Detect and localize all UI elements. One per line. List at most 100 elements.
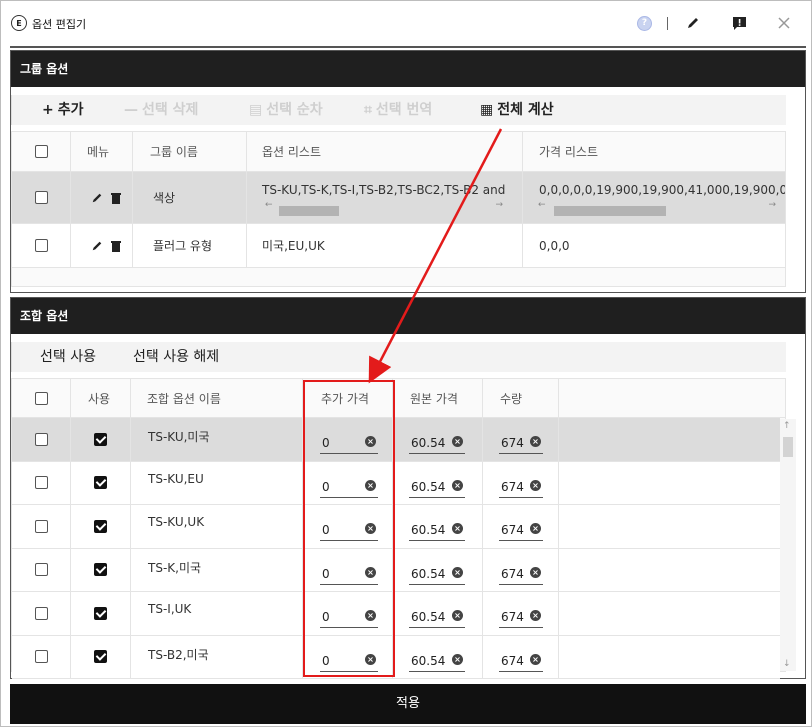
row-checkbox-cell[interactable] [12,592,70,635]
report-button[interactable] [729,13,749,33]
combination-vertical-scrollbar[interactable]: ↑ ↓ [780,419,796,671]
scroll-thumb[interactable] [279,206,339,216]
quantity-input[interactable]: 674 × [499,563,543,585]
row-checkbox-cell[interactable] [12,549,70,592]
sort-selected-button[interactable]: ▤ 선택 순차 [249,95,323,125]
scroll-down-icon[interactable]: ↓ [783,659,791,669]
trash-icon[interactable] [111,240,121,252]
option-list-scrollbar[interactable]: ← → [265,200,503,218]
table-row[interactable]: TS-I,UK 0 × 60.54 × 674 × [12,592,780,636]
calculate-all-button[interactable]: ▦ 전체 계산 [480,95,554,125]
pencil-icon[interactable] [91,240,103,252]
base-price-input[interactable]: 60.54 × [409,563,465,585]
table-row[interactable]: TS-K,미국 0 × 60.54 × 674 × [12,548,780,592]
use-checkbox-cell[interactable] [70,418,130,461]
select-all-checkbox-cell[interactable] [12,132,70,171]
use-checkbox[interactable] [94,432,107,446]
clear-icon[interactable]: × [365,523,376,534]
use-checkbox[interactable] [94,519,107,533]
select-all-checkbox-cell[interactable] [12,379,70,417]
use-checkbox[interactable] [94,606,107,620]
use-checkbox-cell[interactable] [70,592,130,635]
row-checkbox-cell[interactable] [12,224,70,267]
extra-price-input[interactable]: 0 × [320,432,378,454]
base-price-input[interactable]: 60.54 × [409,650,465,672]
clear-icon[interactable]: × [530,610,541,621]
edit-button[interactable] [683,13,703,33]
trash-icon[interactable] [111,192,121,204]
help-icon[interactable]: ? [637,16,652,31]
table-row[interactable]: 색상 TS-KU,TS-K,TS-I,TS-B2,TS-BC2,TS-B2 an… [12,172,785,224]
scroll-right-icon[interactable]: → [495,200,503,210]
scroll-thumb[interactable] [783,437,793,457]
extra-price-input[interactable]: 0 × [320,519,378,541]
quantity-input[interactable]: 674 × [499,432,543,454]
clear-icon[interactable]: × [530,566,541,578]
base-price-input[interactable]: 60.54 × [409,432,465,454]
pencil-icon[interactable] [91,192,103,204]
row-checkbox[interactable] [34,476,48,490]
scroll-left-icon[interactable]: ← [538,200,546,210]
clear-icon[interactable]: × [530,436,541,447]
quantity-input[interactable]: 674 × [499,519,543,541]
scroll-up-icon[interactable]: ↑ [783,421,791,431]
quantity-input[interactable]: 674 × [499,650,543,672]
clear-icon[interactable]: × [365,436,376,447]
row-checkbox[interactable] [34,239,48,252]
table-row[interactable]: TS-B2,미국 0 × 60.54 × 674 × [12,635,780,679]
row-checkbox-cell[interactable] [12,462,70,505]
clear-icon[interactable]: × [530,523,541,534]
clear-icon[interactable]: × [452,479,463,491]
base-price-input[interactable]: 60.54 × [409,476,465,498]
row-checkbox-cell[interactable] [12,505,70,548]
select-all-checkbox[interactable] [34,391,48,405]
use-checkbox-cell[interactable] [70,635,130,678]
clear-icon[interactable]: × [365,479,376,491]
row-checkbox[interactable] [34,563,48,577]
scroll-right-icon[interactable]: → [768,200,776,210]
clear-icon[interactable]: × [530,479,541,491]
clear-icon[interactable]: × [452,436,463,447]
table-row[interactable]: 플러그 유형 미국,EU,UK 0,0,0 [12,224,785,268]
clear-icon[interactable]: × [365,610,376,621]
extra-price-input[interactable]: 0 × [320,606,378,628]
price-list-scrollbar[interactable]: ← → [538,200,776,218]
use-checkbox-cell[interactable] [70,548,130,591]
clear-icon[interactable]: × [452,566,463,578]
scroll-left-icon[interactable]: ← [265,200,273,210]
use-checkbox[interactable] [94,476,107,490]
row-checkbox[interactable] [34,650,48,664]
row-checkbox[interactable] [34,432,48,446]
extra-price-input[interactable]: 0 × [320,650,378,672]
extra-price-input[interactable]: 0 × [320,563,378,585]
row-checkbox[interactable] [34,519,48,533]
table-row[interactable]: TS-KU,UK 0 × 60.54 × 674 × [12,505,780,549]
translate-selected-button[interactable]: ⌗ 선택 번역 [364,95,432,125]
use-checkbox[interactable] [94,650,107,664]
unuse-selected-button[interactable]: 선택 사용 해제 [133,342,219,372]
row-checkbox[interactable] [34,191,48,204]
clear-icon[interactable]: × [365,653,376,665]
quantity-input[interactable]: 674 × [499,476,543,498]
clear-icon[interactable]: × [452,610,463,621]
table-row[interactable]: TS-KU,EU 0 × 60.54 × 674 × [12,461,780,505]
use-checkbox-cell[interactable] [70,505,130,548]
apply-button[interactable]: 적용 [10,684,806,724]
clear-icon[interactable]: × [452,523,463,534]
use-checkbox[interactable] [94,563,107,577]
row-checkbox-cell[interactable] [12,636,70,679]
base-price-input[interactable]: 60.54 × [409,519,465,541]
add-button[interactable]: + 추가 [42,95,84,125]
row-checkbox-cell[interactable] [12,418,70,461]
scroll-thumb[interactable] [554,206,666,216]
extra-price-input[interactable]: 0 × [320,476,378,498]
base-price-input[interactable]: 60.54 × [409,606,465,628]
clear-icon[interactable]: × [452,653,463,665]
clear-icon[interactable]: × [530,653,541,665]
use-checkbox-cell[interactable] [70,461,130,504]
clear-icon[interactable]: × [365,566,376,578]
close-button[interactable] [774,13,794,33]
table-row[interactable]: TS-KU,미국 0 × 60.54 × 674 × [12,418,780,462]
quantity-input[interactable]: 674 × [499,606,543,628]
select-all-checkbox[interactable] [34,145,48,158]
